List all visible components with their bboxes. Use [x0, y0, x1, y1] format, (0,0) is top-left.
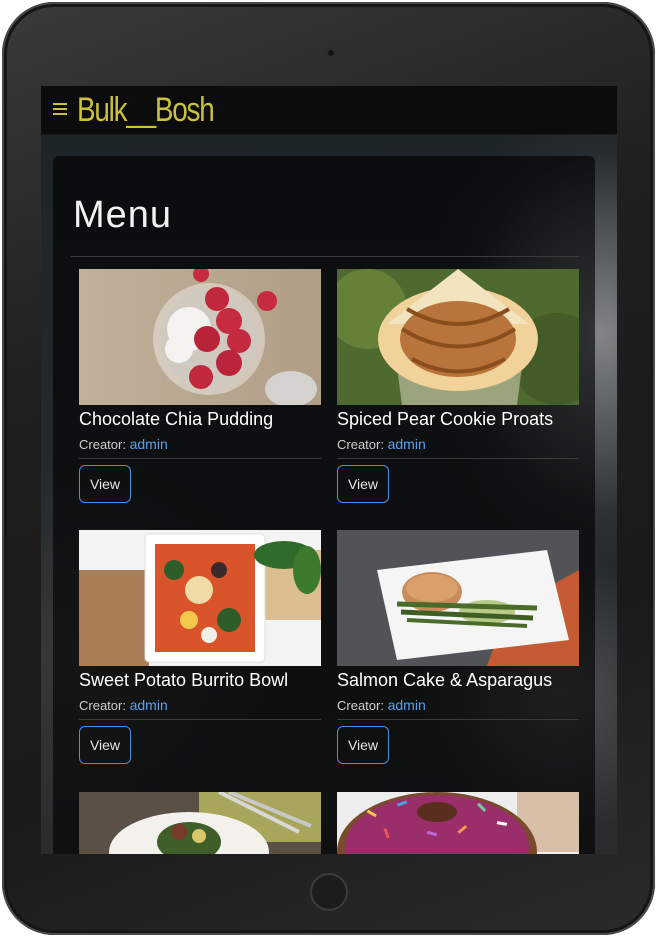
creator-link[interactable]: admin [130, 697, 168, 713]
recipe-name[interactable]: Chocolate Chia Pudding [79, 409, 321, 430]
creator-label: Creator: [337, 698, 384, 713]
creator-link[interactable]: admin [130, 436, 168, 452]
recipe-card: Spiced Pear Cookie Proats Creator: admin… [337, 269, 579, 503]
salmon-cake-photo [337, 530, 579, 666]
recipe-name[interactable]: Salmon Cake & Asparagus [337, 670, 579, 691]
view-button[interactable]: View [79, 726, 131, 764]
card-divider [337, 458, 579, 459]
recipe-name[interactable]: Spiced Pear Cookie Proats [337, 409, 579, 430]
recipe-creator: Creator: admin [337, 697, 579, 713]
salad-plate-photo [79, 792, 321, 854]
recipe-card: Salmon Cake & Asparagus Creator: admin V… [337, 530, 579, 764]
view-button[interactable]: View [337, 465, 389, 503]
page-title: Menu [73, 194, 173, 236]
app-screen: Bulk__Bosh Menu Chocolate Chia Pudding C… [41, 86, 617, 854]
card-divider [79, 458, 321, 459]
pear-proats-photo [337, 269, 579, 405]
recipe-card: Chocolate Chia Pudding Creator: admin Vi… [79, 269, 321, 503]
creator-label: Creator: [79, 437, 126, 452]
card-divider [79, 719, 321, 720]
chia-pudding-photo [79, 269, 321, 405]
home-button[interactable] [310, 873, 348, 911]
view-button[interactable]: View [337, 726, 389, 764]
recipe-creator: Creator: admin [79, 697, 321, 713]
sprinkle-donut-photo [337, 792, 579, 854]
recipe-card: Sweet Potato Burrito Bowl Creator: admin… [79, 530, 321, 764]
hamburger-menu-icon[interactable] [53, 103, 67, 115]
creator-link[interactable]: admin [388, 697, 426, 713]
card-divider [337, 719, 579, 720]
recipe-name[interactable]: Sweet Potato Burrito Bowl [79, 670, 321, 691]
creator-label: Creator: [79, 698, 126, 713]
creator-label: Creator: [337, 437, 384, 452]
top-navbar: Bulk__Bosh [41, 86, 617, 135]
recipe-creator: Creator: admin [79, 436, 321, 452]
creator-link[interactable]: admin [388, 436, 426, 452]
burrito-bowl-photo [79, 530, 321, 666]
recipe-creator: Creator: admin [337, 436, 579, 452]
brand-logo[interactable]: Bulk__Bosh [77, 90, 215, 130]
title-divider [71, 256, 579, 257]
camera-lens [326, 48, 336, 58]
recipe-card [79, 792, 321, 854]
view-button[interactable]: View [79, 465, 131, 503]
recipe-card [337, 792, 579, 854]
